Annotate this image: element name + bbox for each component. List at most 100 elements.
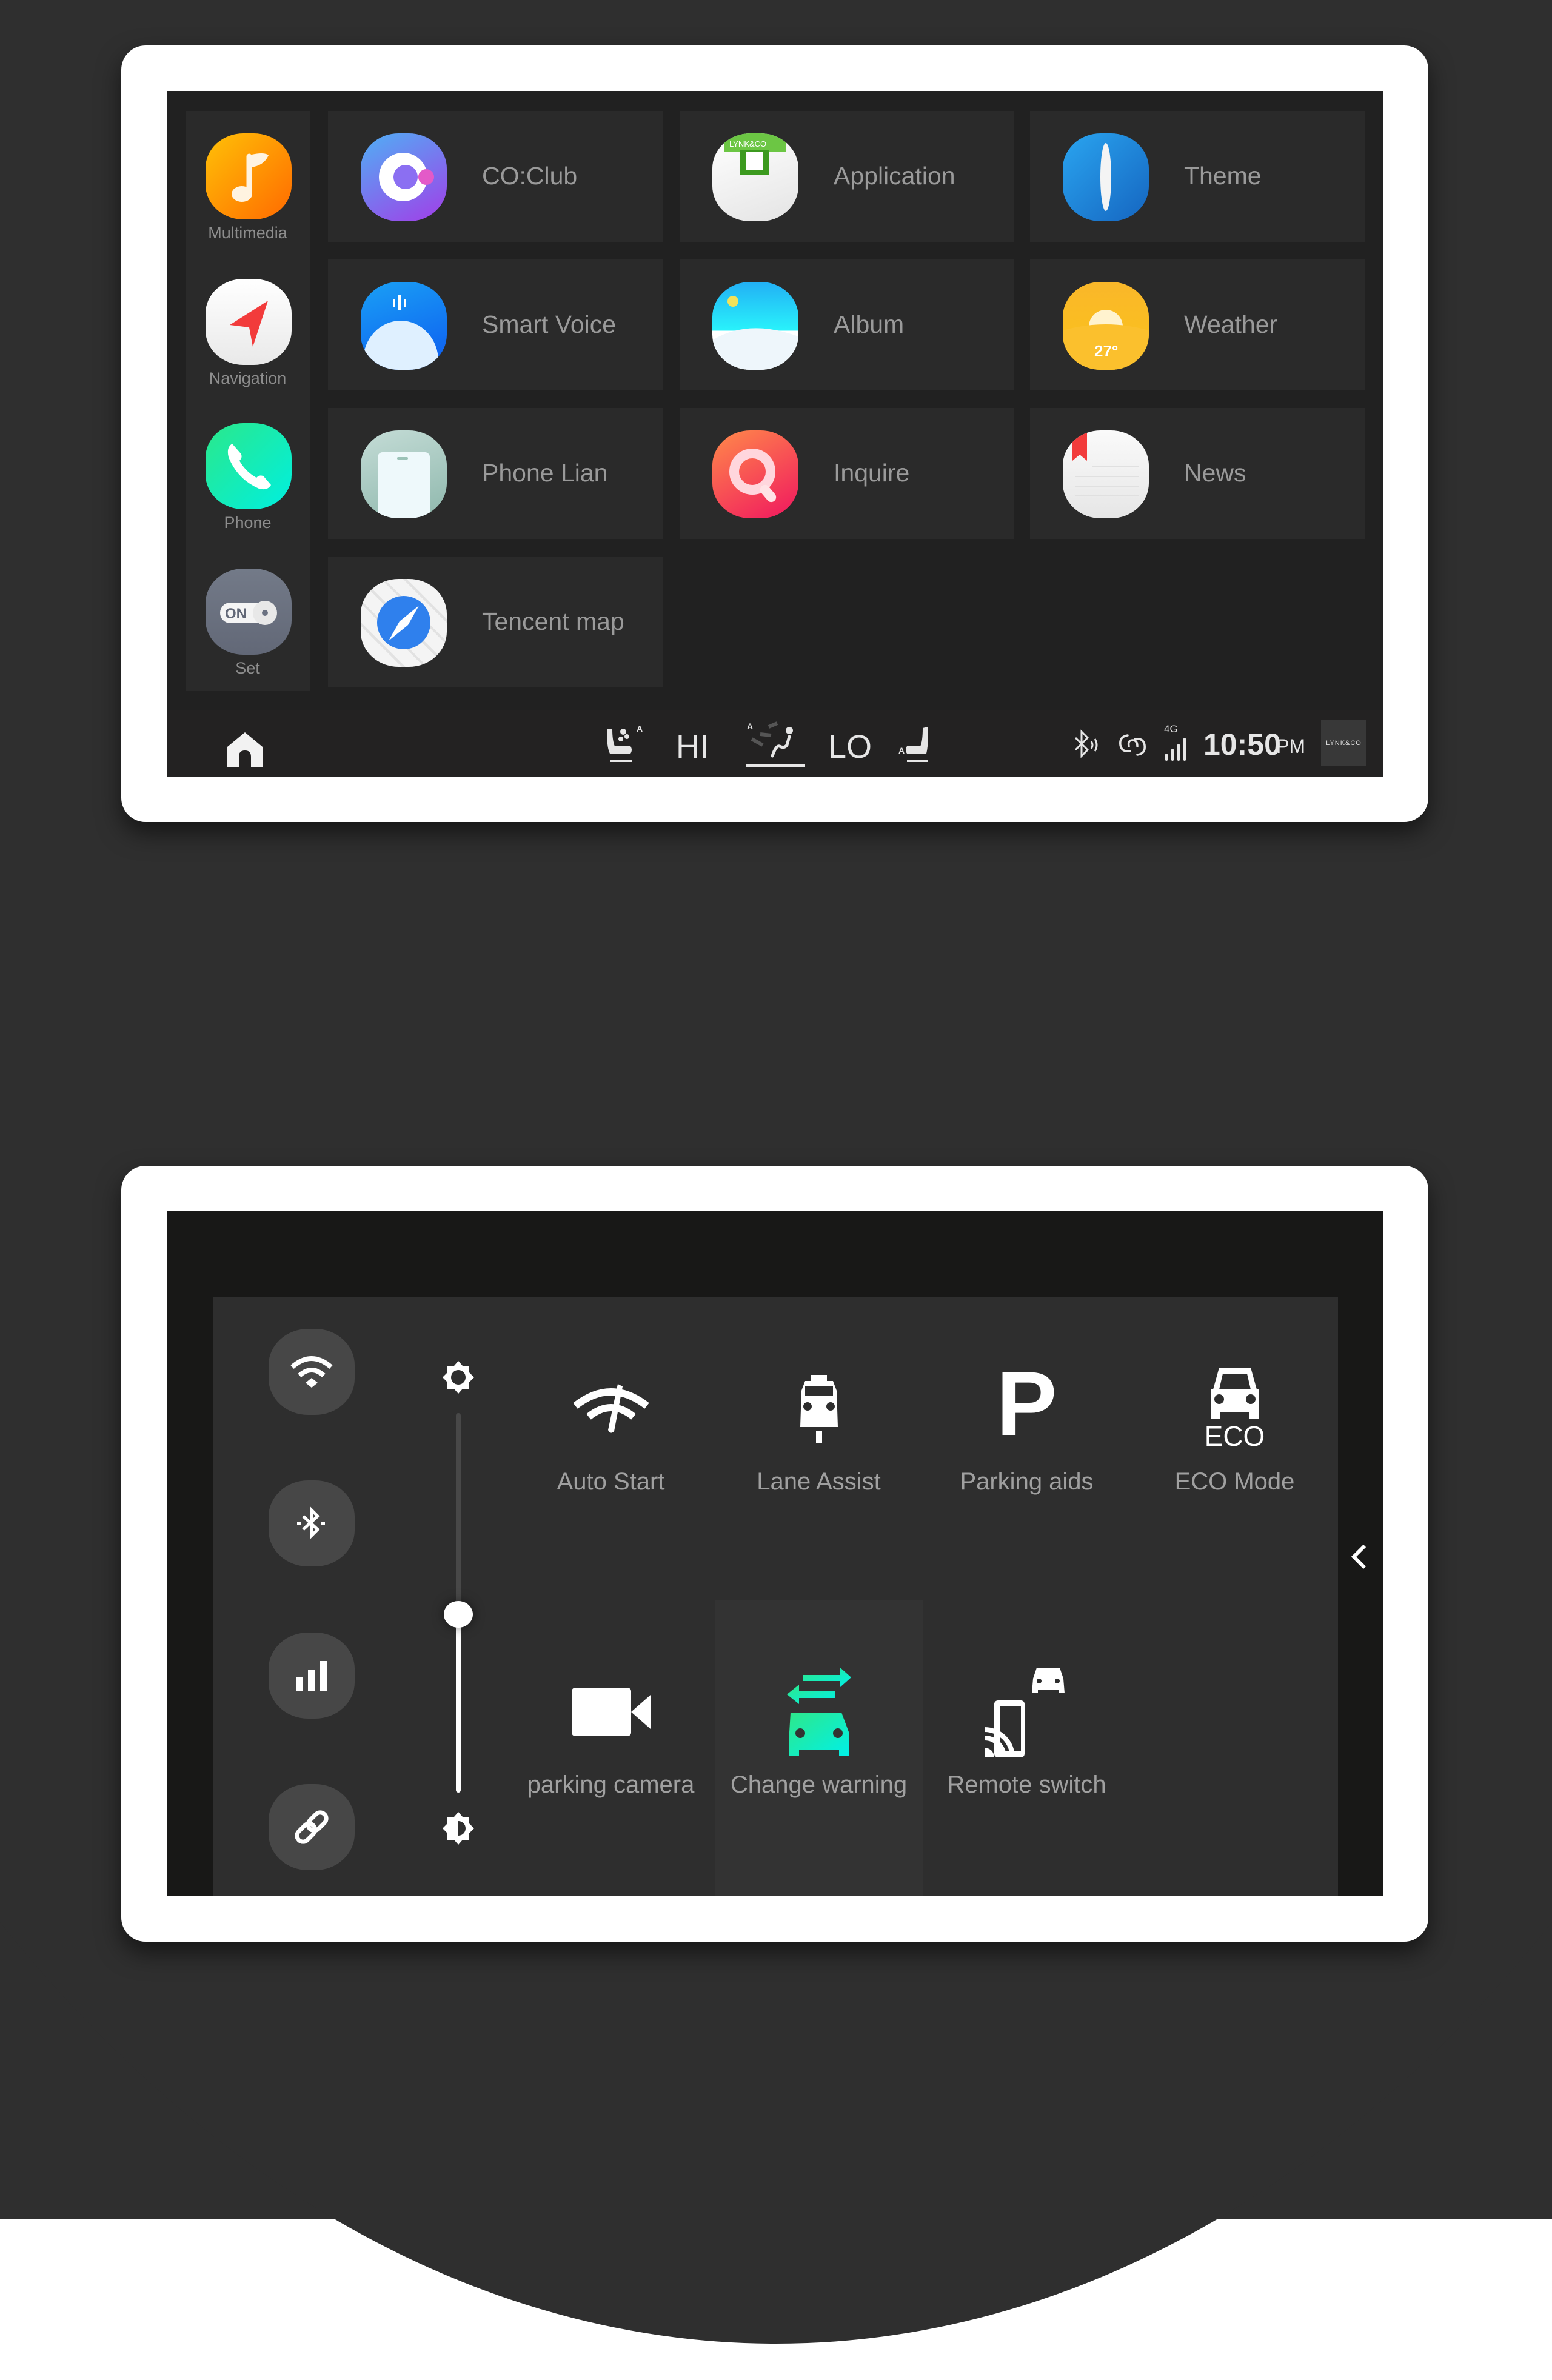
home-button[interactable]	[226, 731, 264, 772]
feature-parking-aids[interactable]: P Parking aids	[923, 1297, 1131, 1598]
feature-auto-start[interactable]: Auto Start	[507, 1297, 715, 1598]
app-tile-application[interactable]: LYNK&CO Application	[680, 111, 1014, 242]
app-label: Phone Lian	[482, 459, 608, 487]
brand-logo: LYNK&CO	[1326, 739, 1362, 747]
feature-parking-camera[interactable]: parking camera	[507, 1600, 715, 1896]
clock-ampm: PM	[1276, 735, 1305, 757]
phone-icon	[206, 423, 292, 509]
parking-p-icon: P	[996, 1352, 1057, 1454]
wifi-icon	[290, 1356, 333, 1388]
feature-label: Parking aids	[960, 1468, 1094, 1495]
music-note-icon	[206, 133, 292, 219]
signal-bars-icon	[296, 1661, 327, 1691]
app-tile-album[interactable]: Album	[680, 259, 1014, 390]
dock-label: Set	[235, 659, 260, 677]
dock-label: Multimedia	[208, 224, 287, 242]
settings-toggle-icon: ON	[206, 569, 292, 655]
svg-text:ON: ON	[225, 606, 247, 622]
status-bar: A HI A LO A 4G 10:50 PM LYNK&CO	[167, 710, 1383, 777]
weather-icon: 27°	[1063, 282, 1149, 370]
fan-level-text[interactable]: HI	[676, 728, 709, 766]
app-tile-inquire[interactable]: Inquire	[680, 408, 1014, 539]
airflow-mode-icon: A	[746, 721, 805, 767]
app-label: Album	[834, 310, 905, 338]
slider-knob[interactable]	[444, 1600, 473, 1628]
news-icon	[1063, 430, 1149, 518]
auto-start-gauge-icon	[507, 1363, 715, 1454]
feature-eco-mode[interactable]: ECO ECO Mode	[1131, 1297, 1339, 1598]
app-tile-tencent-map[interactable]: Tencent map	[328, 557, 663, 687]
clock-time: 10:50	[1203, 727, 1281, 761]
dock-item-phone[interactable]: Phone	[186, 401, 310, 534]
link-status	[1117, 729, 1148, 764]
dock-label: Phone	[224, 513, 272, 532]
svg-text:A: A	[747, 721, 753, 731]
home-screen: Multimedia Navigation Phone ON Set CO:Cl…	[167, 91, 1383, 777]
app-tile-phone-lian[interactable]: Phone Lian	[328, 408, 663, 539]
app-label: CO:Club	[482, 162, 578, 190]
navigation-arrow-icon	[206, 279, 292, 365]
seat-ventilation-button[interactable]: A	[605, 723, 647, 770]
app-label: Theme	[1184, 162, 1262, 190]
brightness-high-icon	[440, 1359, 477, 1399]
dock-item-set[interactable]: ON Set	[186, 546, 310, 680]
airflow-button[interactable]: A	[746, 721, 806, 772]
chevron-left-icon	[1351, 1544, 1366, 1569]
video-camera-icon	[507, 1666, 715, 1757]
seat-heating-button[interactable]: A	[898, 724, 941, 770]
feature-remote-switch[interactable]: Remote switch	[923, 1600, 1131, 1896]
lane-assist-icon	[715, 1363, 923, 1454]
lane-change-warning-icon	[715, 1666, 923, 1757]
feature-label: ECO Mode	[1174, 1468, 1295, 1495]
temp-level-text[interactable]: LO	[828, 728, 872, 766]
svg-text:LYNK&CO: LYNK&CO	[729, 139, 766, 149]
bluetooth-status	[1072, 729, 1101, 765]
app-tile-coclub[interactable]: CO:Club	[328, 111, 663, 242]
home-icon	[227, 732, 263, 767]
link-icon	[295, 1810, 329, 1844]
weather-temp: 27°	[1094, 342, 1118, 360]
album-icon	[712, 282, 798, 370]
app-tile-smart-voice[interactable]: Smart Voice	[328, 259, 663, 390]
bluetooth-toggle[interactable]	[269, 1480, 355, 1566]
control-center-screen: Auto Start Lane Assist P Parking aids EC…	[167, 1211, 1383, 1896]
bluetooth-icon	[297, 1506, 325, 1540]
brightness-slider[interactable]	[444, 1413, 473, 1793]
collapse-panel-button[interactable]	[1350, 1543, 1368, 1573]
control-center-panel: Auto Start Lane Assist P Parking aids EC…	[213, 1297, 1338, 1896]
app-tile-theme[interactable]: Theme	[1030, 111, 1365, 242]
link-toggle[interactable]	[269, 1784, 355, 1870]
theme-icon	[1063, 133, 1149, 221]
app-label: Tencent map	[482, 607, 624, 635]
coclub-icon	[361, 133, 447, 221]
tencent-map-icon	[361, 579, 447, 667]
eco-car-icon: ECO	[1131, 1363, 1339, 1454]
app-tile-news[interactable]: News	[1030, 408, 1365, 539]
feature-label: Change warning	[730, 1771, 908, 1798]
control-center-frame: Auto Start Lane Assist P Parking aids EC…	[121, 1166, 1428, 1942]
app-tile-weather[interactable]: 27° Weather	[1030, 259, 1365, 390]
dock-item-navigation[interactable]: Navigation	[186, 256, 310, 390]
seat-heating-icon: A	[898, 727, 928, 762]
auto-label: A	[637, 724, 643, 734]
app-label: Inquire	[834, 459, 910, 487]
phone-link-icon	[361, 430, 447, 518]
home-screen-frame: Multimedia Navigation Phone ON Set CO:Cl…	[121, 45, 1428, 822]
wifi-toggle[interactable]	[269, 1329, 355, 1415]
brand-logo-button[interactable]: LYNK&CO	[1321, 720, 1366, 766]
app-label: Smart Voice	[482, 310, 617, 338]
feature-lane-assist[interactable]: Lane Assist	[715, 1297, 923, 1598]
application-store-icon: LYNK&CO	[712, 133, 798, 221]
inquire-search-icon	[712, 430, 798, 518]
seat-ventilation-icon: A	[607, 724, 643, 762]
feature-label: Remote switch	[947, 1771, 1106, 1798]
connection-link-icon	[1119, 734, 1146, 756]
dock-label: Navigation	[209, 369, 287, 387]
app-label: News	[1184, 459, 1246, 487]
cellular-toggle[interactable]	[269, 1633, 355, 1719]
remote-switch-icon	[923, 1666, 1131, 1757]
dock-item-multimedia[interactable]: Multimedia	[186, 111, 310, 244]
feature-change-warning[interactable]: Change warning	[715, 1600, 923, 1896]
signal-bars-icon	[1165, 738, 1186, 761]
feature-label: parking camera	[527, 1771, 695, 1798]
